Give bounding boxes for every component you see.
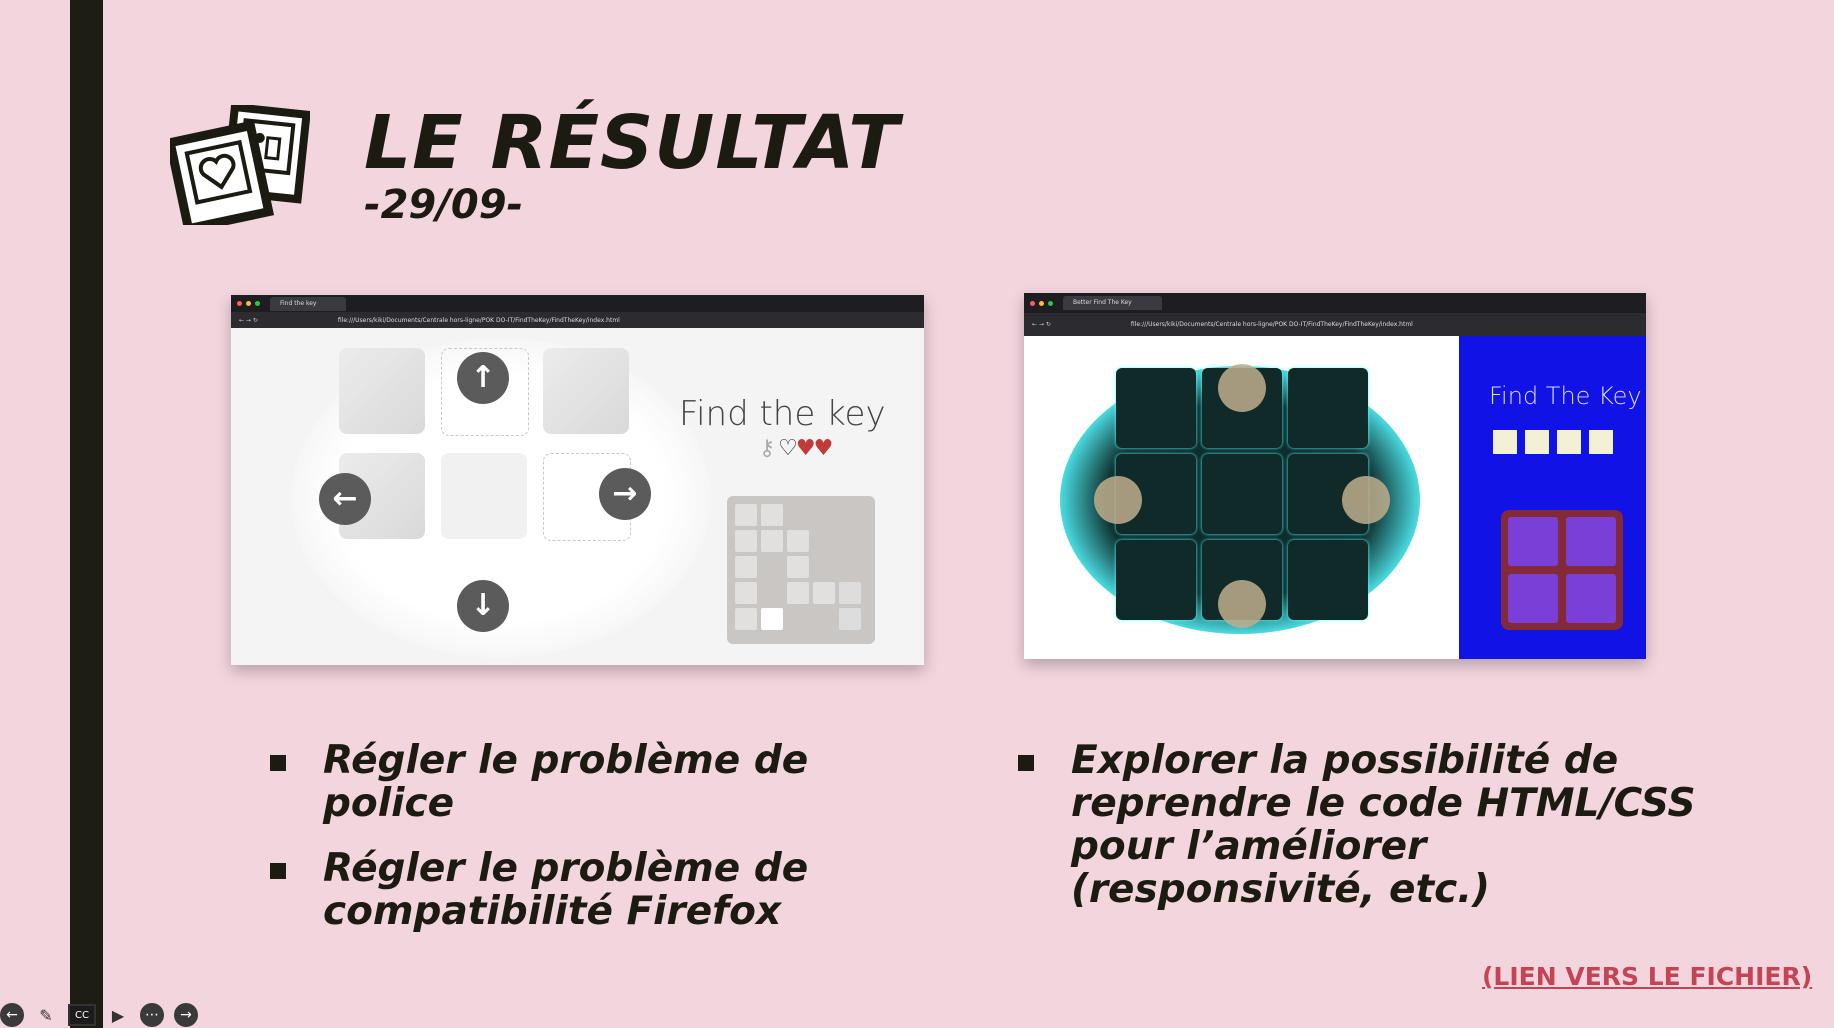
file-link[interactable]: (LIEN VERS LE FICHIER)	[1482, 962, 1812, 991]
slide-title: LE RÉSULTAT	[364, 100, 900, 186]
right-arrow-icon: →	[599, 468, 651, 520]
browser-tab: Better Find The Key	[1063, 296, 1162, 310]
left-bullet-list: Régler le problème de police Régler le p…	[264, 739, 944, 955]
right-bullet-list: Explorer la possibilité de reprendre le …	[1012, 739, 1732, 933]
photos-icon	[170, 105, 310, 225]
up-arrow-icon: ↑	[457, 352, 509, 404]
nav-arrows-icon: ← → ↻	[1032, 321, 1051, 328]
window-controls	[1030, 300, 1053, 306]
minimap	[1501, 510, 1623, 630]
grid-tile	[543, 348, 629, 434]
camera-icon[interactable]: ▶	[106, 1003, 130, 1027]
url-text: file:///Users/kiki/Documents/Centrale ho…	[1130, 321, 1413, 328]
bullet-item: Régler le problème de compatibilité Fire…	[264, 847, 944, 933]
url-text: file:///Users/kiki/Documents/Centrale ho…	[337, 316, 620, 324]
screenshot-find-the-key: Find the key ← → ↻ file:///Users/kiki/Do…	[231, 295, 924, 665]
presentation-controls: ← ✎ CC ▶ ⋯ →	[0, 1002, 198, 1028]
game-area: ↑ ← → ↓ Find the key ⚷ ♡♥♥	[231, 328, 924, 665]
bullet-item: Explorer la possibilité de reprendre le …	[1012, 739, 1732, 911]
side-panel: Find The Key	[1459, 336, 1646, 659]
next-icon[interactable]: →	[174, 1003, 198, 1027]
hint-dot	[1218, 364, 1266, 412]
window-controls	[237, 301, 260, 306]
game-title: Find the key	[679, 394, 886, 434]
slide-subtitle: -29/09-	[364, 182, 524, 228]
grid-tile	[441, 453, 527, 539]
browser-tab: Find the key	[270, 296, 347, 311]
browser-tab-bar: Find the key	[231, 295, 924, 312]
heart-icon: ♥	[795, 436, 816, 461]
hint-dot	[1094, 476, 1142, 524]
more-icon[interactable]: ⋯	[140, 1003, 164, 1027]
heart-icon: ♡	[778, 436, 798, 461]
grid-tile	[339, 348, 425, 434]
hint-dot	[1218, 580, 1266, 628]
browser-tab-bar: Better Find The Key	[1024, 293, 1646, 313]
minimap	[727, 496, 875, 644]
bullet-item: Régler le problème de police	[264, 739, 944, 825]
game-area: Find The Key	[1024, 336, 1646, 659]
screenshot-better-find-the-key: Better Find The Key ← → ↻ file:///Users/…	[1024, 293, 1646, 659]
captions-icon[interactable]: CC	[68, 1004, 96, 1026]
down-arrow-icon: ↓	[457, 580, 509, 632]
browser-url-bar: ← → ↻ file:///Users/kiki/Documents/Centr…	[231, 312, 924, 328]
pen-icon[interactable]: ✎	[34, 1003, 58, 1027]
game-title: Find The Key	[1489, 382, 1642, 410]
left-accent-bar	[70, 0, 103, 1028]
previous-icon[interactable]: ←	[0, 1003, 24, 1027]
nav-arrows-icon: ← → ↻	[239, 316, 258, 324]
heart-icon: ♥	[813, 436, 834, 461]
browser-url-bar: ← → ↻ file:///Users/kiki/Documents/Centr…	[1024, 313, 1646, 336]
hint-dot	[1342, 476, 1390, 524]
key-icon: ⚷	[759, 436, 775, 461]
left-arrow-icon: ←	[319, 473, 371, 525]
lives: ⚷ ♡♥♥	[759, 436, 834, 461]
